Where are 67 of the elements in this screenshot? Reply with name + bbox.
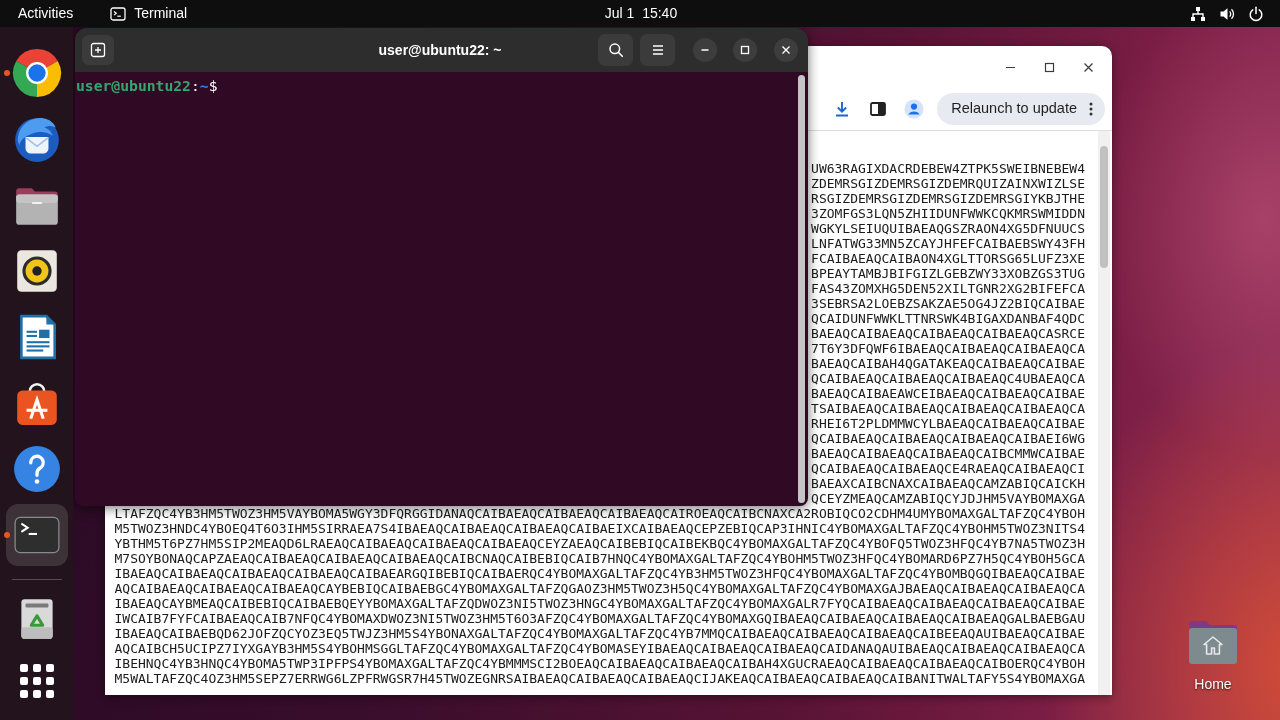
text-line: RHEI6T2PLDMMWCYLBAEAQCAIBAEAQCAIBAE (811, 416, 1085, 431)
text-line: AQCAIBAEAQCAIBAEAQCAIBAEAQCAYBEBIQCAIBAEBGC4YBOMAXGALTAFZQGAOZ3HM5TWOZ3H5QC4YBOMAXGALTAFZQC4YBOMAXGAJBAEAQCAIBAEAQCAIBAEAQCA (114, 581, 1085, 596)
minimize-button[interactable] (693, 38, 717, 62)
text-line: LNFATWG33MN5ZCAYJHFEFCAIBAEBSWY43FH (811, 236, 1085, 251)
text-line: IWCAIB7FYFCAIBAEAQCAIB7NFQC4YBOMAXDWOZ3NI5TWOZ3HM5T6O3AFZQC4YBOMAXGALTAFZQC4YBOMAXGQIBAEAQCAIBAEAQCAIBAEAQCAIBAEAQGALBAEBGAU (114, 611, 1085, 626)
text-line: 3SEBRSA2LOEBZSAKZAE5OG4JZ2BIQCAIBAE (811, 296, 1085, 311)
text-line: TSAIBAEAQCAIBAEAQCAIBAEAQCAIBAEAQCA (811, 401, 1085, 416)
help-icon (11, 444, 62, 494)
text-line: UW63RAGIXDACRDEBEW4ZTPK5SWEIBNEBEW4 (811, 161, 1085, 176)
app-grid-icon (19, 664, 54, 698)
text-line: FAS43ZOMXHG5DEN52XILTGNR2XG2BIFEFCA (811, 281, 1085, 296)
text-line: M5WALTAFZQC4OZ3HM5SEPZ7ERRWG6LZPFRWGSR7H45TWOZEGNRSAIBAEAQCAIBAEAQCAIBAEAQCIJAKEAQCAIBAEAQCAIBAEAQCAIBANITWALTAFY5S4YBOMAXGA (114, 671, 1085, 686)
app-menu-button[interactable]: Terminal (110, 5, 188, 22)
text-line: WGKYLSEIUQUIBAEAQGSZRAON4XG5DFNUUCS (811, 221, 1085, 236)
text-line: YBTHM5T6PZ7HM5SIP2MEAQD6LRAEAQCAIBAEAQCAIBAEAQCAIBAEAQCEYZAEAQCAIBEBIQCAIBEKBQC4YBOMAXGALTAFZQC4YBOFQ5TWOZ3HFQC4YB7NA5TWOZ3H (114, 536, 1085, 551)
text-line: M5TWOZ3HNDC4YBOEQ4T6O3IHM5SIRRAEA7S4IBAEAQCAIBAEAQCAIBAEAQCAIBAEIXCAIBAEAQCEPZEBIQCAP3IHNIC4YBOMAXGALTAFZQC4YBOHM5TWOZ3NITS4 (114, 521, 1085, 536)
text-line: 3ZOMFGS3LQN5ZHIIDUNFWWKCQKMRSWMIDDN (811, 206, 1085, 221)
scrollbar-thumb[interactable] (1100, 146, 1108, 268)
window-title: user@ubuntu22: ~ (378, 40, 502, 60)
text-line: BAEAQCAIBAEAQCAIBAEAQCAIBCMMWCAIBAE (811, 446, 1085, 461)
maximize-icon (1043, 61, 1055, 73)
menu-button[interactable] (640, 34, 675, 66)
text-line: LTAFZQC4YB3HM5TWOZ3HM5VAYBOMA5WGY3DFQRGGIDANAQCAIBAEAQCAIBAEAQCAIBAEAQCAIROEAQCAIBCNAXCA2ROBIQCO2CDHM4UMYBOMAXGALTAFZQC4YBOH (114, 506, 1085, 521)
volume-icon (1219, 5, 1235, 22)
close-button[interactable] (774, 38, 798, 62)
text-line: QCAIBAEAQCAIBAEAQCAIBAEAQCAIBAEI6WG (811, 431, 1085, 446)
shell-prompt: user@ubuntu22:~$ (75, 76, 218, 95)
terminal-icon (110, 5, 127, 22)
side-panel-icon (868, 99, 889, 119)
maximize-icon (740, 45, 750, 55)
text-line: 7T6Y3DFQWF6IBAEAQCAIBAEAQCAIBAEAQCA (811, 341, 1085, 356)
close-icon (1082, 61, 1094, 73)
activities-button[interactable]: Activities (18, 5, 74, 22)
text-line: RSGIZDEMRSGIZDEMRSGIZDEMRSGIYKBJTHE (811, 191, 1085, 206)
text-line: BPEAYTAMBJBIFGIZLGEBZWY33XOBZGS3TUG (811, 266, 1085, 281)
text-line: M7SOYBONAQCAPZAEAQCAIBAEAQCAIBAEAQCAIBAEAQCAIBCNAQCAIBEBIQCAIB7HNQC4YBOMAXGALTAFZQC4YBOHM5TWOZ3HFQC4YBOMARD6PZ7H5QC4YBOH5GCA (114, 551, 1085, 566)
text-line: ZDEMRSGIZDEMRSGIZDEMRQUIZAINXWIZLSE (811, 176, 1085, 191)
profile-icon (904, 99, 925, 119)
text-line: BAEAQCAIBAH4QGATAKEAQCAIBAEAQCAIBAE (811, 356, 1085, 371)
search-icon (607, 42, 624, 58)
clock-button[interactable]: Jul 1 15:40 (604, 5, 678, 22)
text-line: IBAEAQCAIBAEBQD62JOFZQCYOZ3EQ5TWJZ3HM5S4YBONAXGALTAFZQC4YBOMAXGALTAFZQC4YB7MMQCAIBAEAQCAIBAEAQCAIBAEAQCAIBEEAQAUIBAEAQCAIBAE (114, 626, 1085, 641)
browser-icon (11, 48, 62, 98)
scrollbar-thumb[interactable] (798, 75, 805, 503)
new-tab-button[interactable] (82, 35, 114, 65)
maximize-button[interactable] (733, 38, 757, 62)
scrollbar-track[interactable] (1098, 131, 1110, 695)
text-line: BAEAQCAIBAEAWCEIBAEAQCAIBAEAQCAIBAE (811, 386, 1085, 401)
text-line: QCAIDUNFWWKLTTNRSWK4BIGAXDANBAF4QDC (811, 311, 1085, 326)
text-line: QCEYZMEAQCAMZABIQCYJDJHM5VAYBOMAXGA (811, 491, 1085, 506)
search-button[interactable] (598, 34, 633, 66)
relaunch-button[interactable]: Relaunch to update (937, 93, 1105, 125)
text-line: BAEAXCAIBCNAXCAIBAEAQCAMZABIQCAICKH (811, 476, 1085, 491)
text-line: FCAIBAEAQCAIBAON4XGLTTORSG65LUFZ3XE (811, 251, 1085, 266)
close-icon (781, 45, 791, 55)
network-icon (1190, 5, 1206, 22)
text-line: QCAIBAEAQCAIBAEAQCAIBAEAQC4UBAEAQCA (811, 371, 1085, 386)
text-line: IBAEAQCAYBMEAQCAIBEBIQCAIBAEBQEYYBOMAXGALTAFZQDWOZ3NI5TWOZ3HNGC4YBOMAXGALTAFZQC4YBOMAXGALR7FYQCAIBAEAQCAIBAEAQCAIBAEAQCAIBAE (114, 596, 1085, 611)
power-icon (1248, 5, 1264, 22)
text-line: BAEAQCAIBAEAQCAIBAEAQCAIBAEAQCASRCE (811, 326, 1085, 341)
text-line: IBEHNQC4YB3HNQC4YBOMA5TWP3IPFPS4YBOMAXGALTAFZQC4YBMMMSCI2BOEAQCAIBAEAQCAIBAEAQCAIBAH4XGUCRAEAQCAIBAEAQCAIBAEAQCAIBOERQC4YBOH (114, 656, 1085, 671)
new-tab-icon (90, 42, 106, 58)
system-menu-button[interactable] (1190, 5, 1264, 22)
text-line: QCAIBAEAQCAIBAEAQCE4RAEAQCAIBAEAQCI (811, 461, 1085, 476)
text-line: AQCAIBCH5UCIPZ7IYXGAYB3HM5S4YBOHMSGGLTAFZQC4YBOMAXGALTAFZQC4YBOMASEYIBAEAQCAIBAEAQCAIBAEAQCAIDANAQAUIBAEAQCAIBAEAQCAIBAEAQCA (114, 641, 1085, 656)
desktop-shortcut[interactable]: Home (1175, 616, 1251, 693)
text-line: IBAEAQCAIBAEAQCAIBAEAQCAIBAEAQCAIBAEARGQIBEBIQCAIBAERQC4YBOMAXGALTAFZQC4YB3HM5TWOZ3HFQC4YBOMAXGALTAFZQC4YBOMBQGQIBAEAQCAIBAE (114, 566, 1085, 581)
